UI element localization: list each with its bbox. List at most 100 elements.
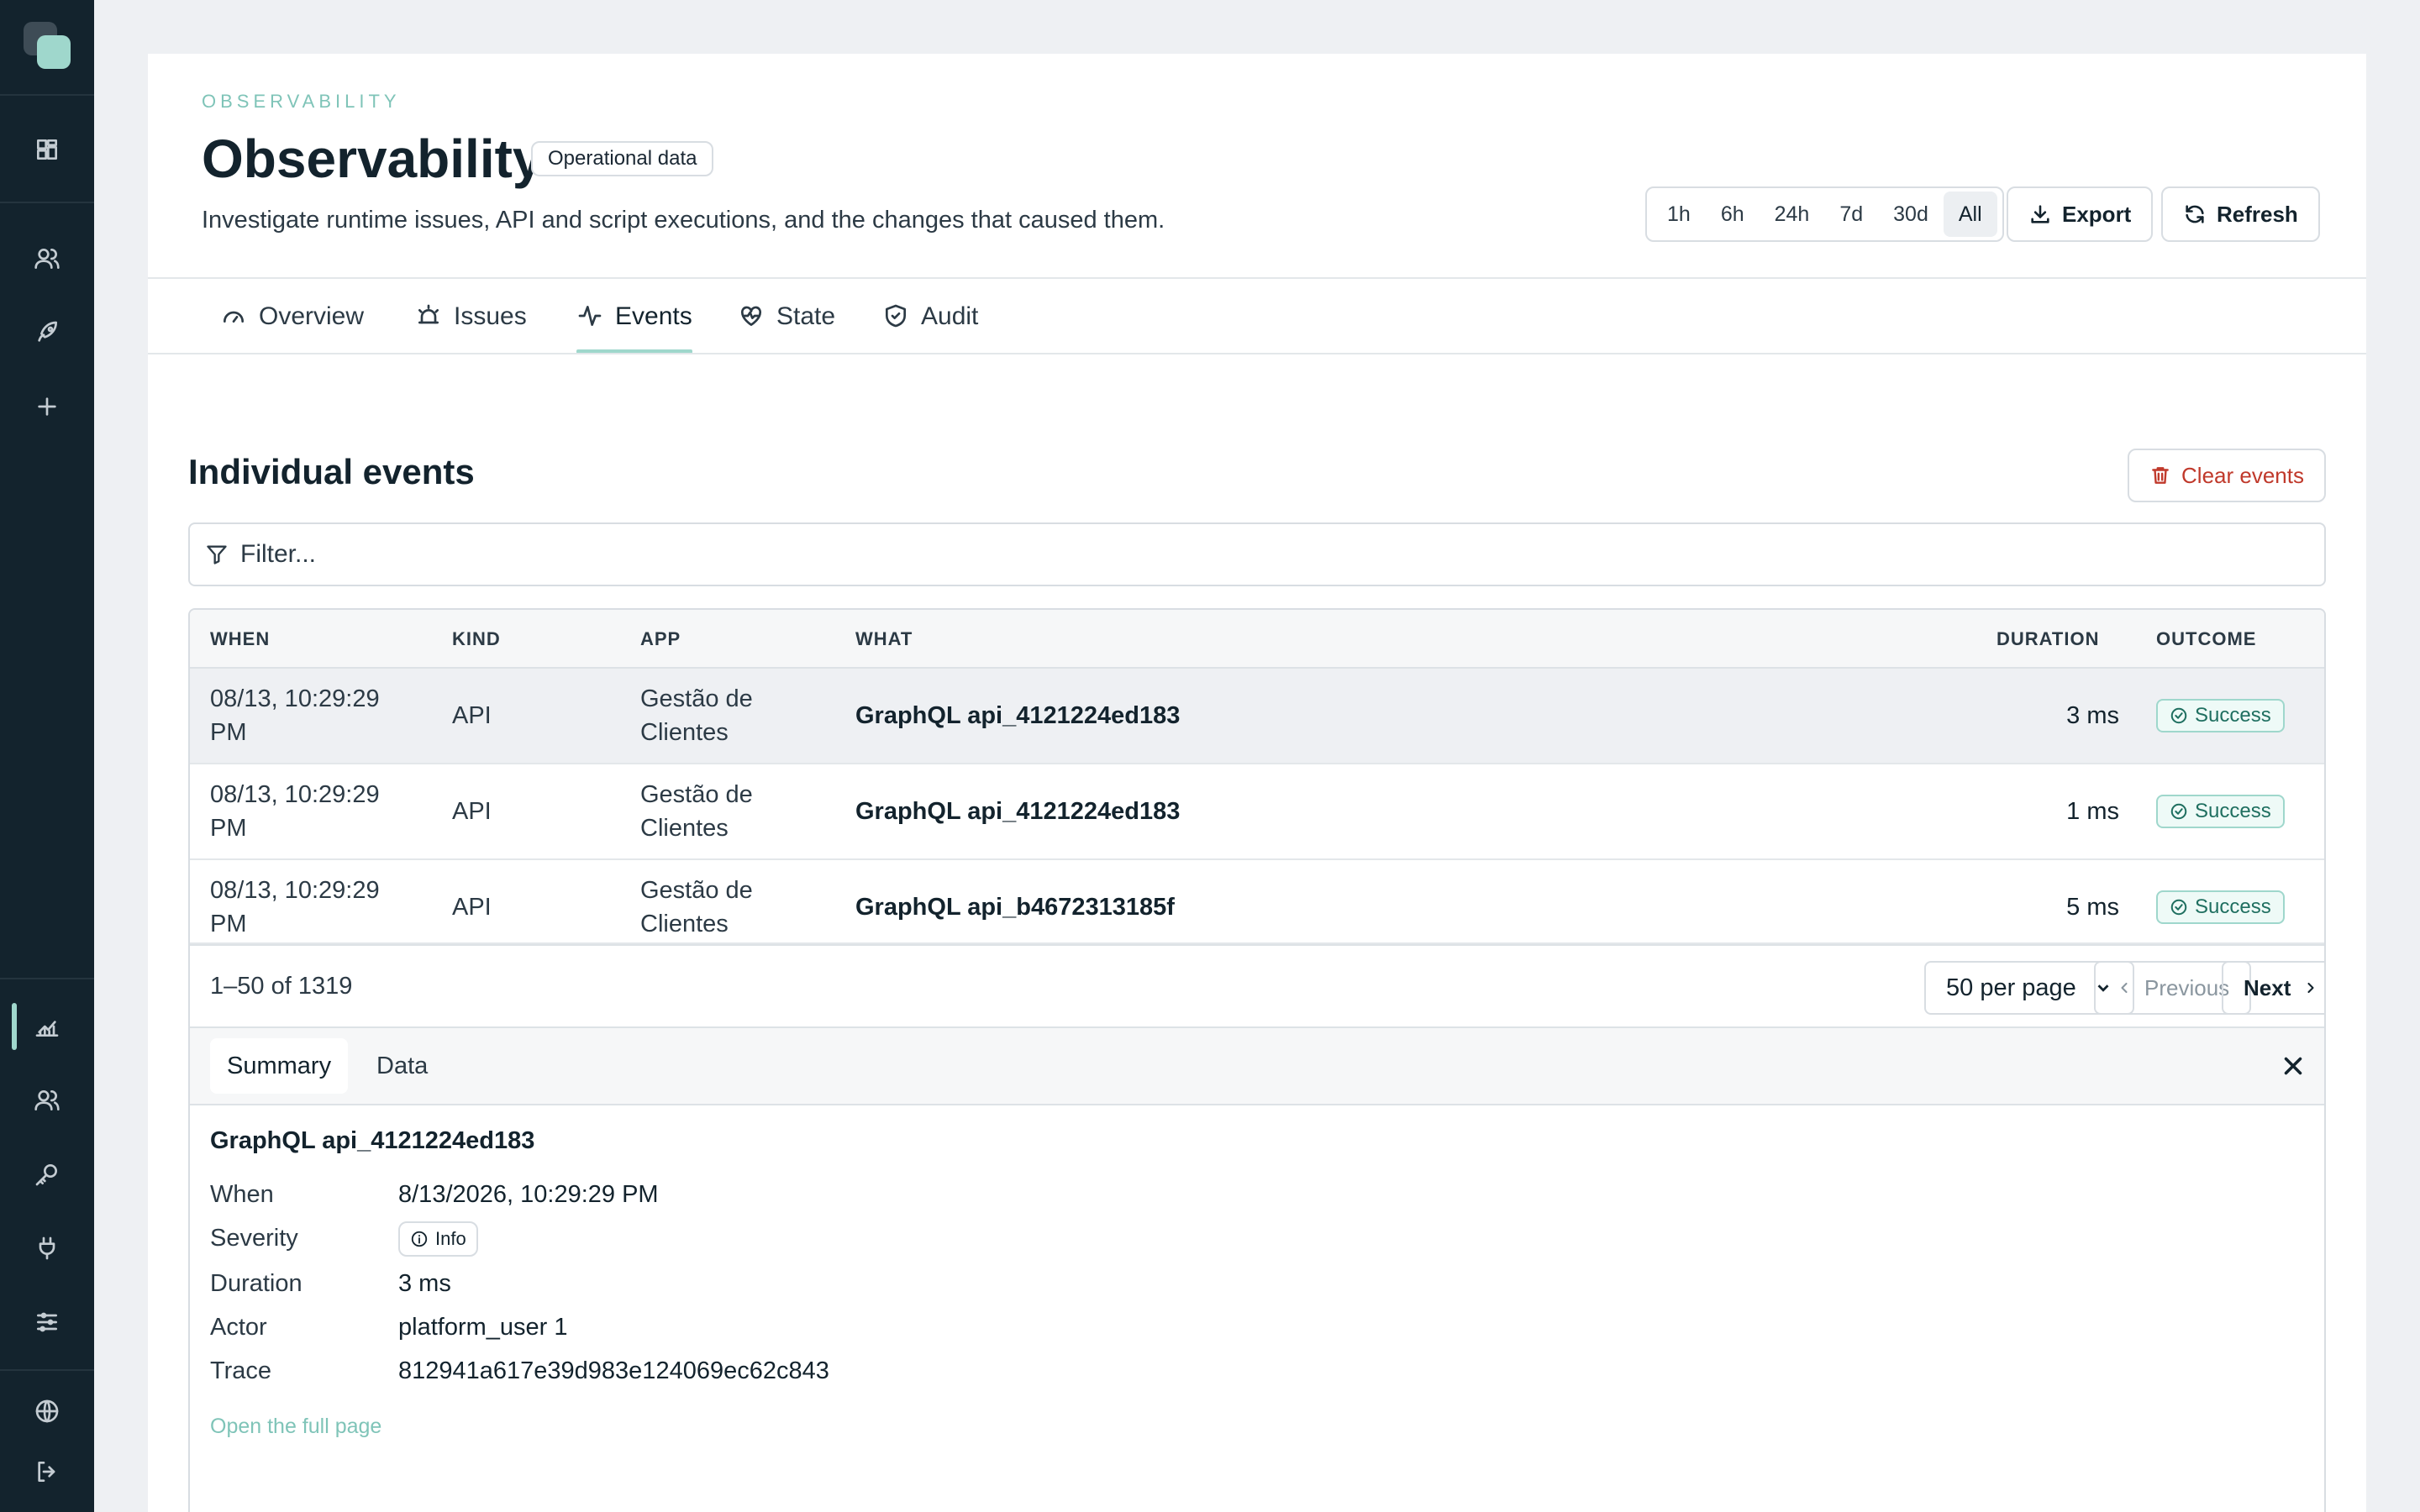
download-icon	[2031, 205, 2049, 223]
logout-icon[interactable]	[27, 1452, 67, 1492]
detail-title: GraphQL api_4121224ed183	[210, 1127, 535, 1154]
section-title: Individual events	[188, 452, 475, 491]
globe-icon[interactable]	[27, 1391, 67, 1431]
tab-summary[interactable]: Summary	[210, 1038, 349, 1094]
export-label: Export	[2062, 201, 2132, 227]
column-when[interactable]: WHEN	[210, 628, 270, 650]
open-full-page-link[interactable]: Open the full page	[210, 1415, 381, 1439]
plug-icon[interactable]	[27, 1228, 67, 1268]
key-icon[interactable]	[27, 1154, 67, 1194]
time-range-selector: 1h 6h 24h 7d 30d All	[1645, 186, 2004, 242]
filter-field[interactable]	[188, 522, 2326, 586]
event-kind: API	[452, 798, 492, 825]
tab-overview[interactable]: Overview	[220, 296, 364, 354]
detail-when-value: 8/13/2026, 10:29:29 PM	[398, 1181, 659, 1208]
range-30d[interactable]: 30d	[1878, 192, 1944, 237]
pagination-count: 1–50 of 1319	[210, 973, 353, 1000]
tabs-divider	[148, 353, 2366, 354]
clear-events-button[interactable]: Clear events	[2128, 449, 2326, 502]
detail-tabs: Summary Data	[190, 1026, 2324, 1105]
event-when: 08/13, 10:29:29 PM	[210, 877, 380, 937]
tab-state[interactable]: State	[738, 296, 835, 354]
plus-icon[interactable]	[27, 386, 67, 427]
event-app: Gestão de Clientes	[640, 781, 753, 842]
status-badge-label: Success	[2195, 704, 2271, 727]
tab-data[interactable]: Data	[360, 1038, 445, 1094]
filter-input[interactable]	[240, 540, 2257, 569]
column-outcome[interactable]: OUTCOME	[2156, 628, 2256, 650]
event-kind: API	[452, 702, 492, 729]
event-duration: 1 ms	[2066, 798, 2119, 825]
page-subtitle: Investigate runtime issues, API and scri…	[202, 207, 1165, 234]
detail-actor-value: platform_user 1	[398, 1314, 568, 1341]
detail-actor-label: Actor	[210, 1314, 267, 1341]
tab-events[interactable]: Events	[576, 296, 692, 354]
users-icon[interactable]	[27, 239, 67, 279]
event-kind: API	[452, 894, 492, 921]
trash-icon	[2152, 467, 2169, 484]
page-eyebrow: OBSERVABILITY	[202, 91, 401, 112]
event-when: 08/13, 10:29:29 PM	[210, 781, 380, 842]
sidebar	[0, 0, 94, 1512]
column-duration[interactable]: DURATION	[1996, 628, 2099, 650]
clear-events-label: Clear events	[2181, 462, 2304, 488]
event-when: 08/13, 10:29:29 PM	[210, 685, 380, 746]
column-what[interactable]: WHAT	[855, 628, 913, 650]
tabs-divider	[148, 277, 2366, 279]
main-card: OBSERVABILITY Observability Operational …	[148, 54, 2366, 1512]
column-kind[interactable]: KIND	[452, 628, 501, 650]
event-what: GraphQL api_b4672313185f	[855, 894, 1175, 921]
status-badge: Success	[2156, 890, 2285, 924]
detail-trace-label: Trace	[210, 1357, 272, 1384]
severity-value: Info	[435, 1228, 466, 1249]
logo-shape-front	[37, 35, 71, 69]
per-page-value: 50 per page	[1946, 974, 2076, 1001]
previous-label: Previous	[2144, 974, 2230, 1000]
status-badge-label: Success	[2195, 895, 2271, 918]
team-icon[interactable]	[27, 1080, 67, 1121]
range-all[interactable]: All	[1943, 192, 1997, 237]
rocket-icon[interactable]	[27, 312, 67, 353]
detail-when-label: When	[210, 1181, 274, 1208]
tab-audit[interactable]: Audit	[882, 296, 978, 354]
tab-issues[interactable]: Issues	[415, 296, 527, 354]
chevron-right-icon	[2307, 982, 2314, 994]
range-24h[interactable]: 24h	[1760, 192, 1825, 237]
detail-trace-value: 812941a617e39d983e124069ec62c843	[398, 1357, 829, 1384]
event-duration: 3 ms	[2066, 702, 2119, 729]
detail-severity-label: Severity	[210, 1225, 298, 1252]
event-what: GraphQL api_4121224ed183	[855, 702, 1181, 729]
table-row[interactable]: 08/13, 10:29:29 PM API Gestão de Cliente…	[190, 860, 2324, 944]
filter-icon	[207, 545, 227, 564]
range-6h[interactable]: 6h	[1706, 192, 1760, 237]
chart-icon[interactable]	[27, 1006, 67, 1047]
operational-badge: Operational data	[531, 141, 714, 176]
table-header: WHEN KIND APP WHAT DURATION OUTCOME	[190, 610, 2324, 669]
next-label: Next	[2244, 974, 2291, 1000]
event-app: Gestão de Clientes	[640, 685, 753, 746]
sidebar-active-indicator	[12, 1003, 17, 1050]
event-app: Gestão de Clientes	[640, 877, 753, 937]
status-badge: Success	[2156, 795, 2285, 828]
range-1h[interactable]: 1h	[1652, 192, 1706, 237]
page-title: Observability	[202, 129, 543, 189]
table-row[interactable]: 08/13, 10:29:29 PM API Gestão de Cliente…	[190, 764, 2324, 860]
detail-duration-value: 3 ms	[398, 1270, 451, 1297]
app-logo[interactable]	[24, 22, 72, 71]
refresh-icon	[2186, 205, 2204, 223]
column-app[interactable]: APP	[640, 628, 681, 650]
dashboard-icon[interactable]	[27, 129, 67, 170]
sliders-icon[interactable]	[27, 1302, 67, 1342]
close-icon[interactable]	[2279, 1052, 2307, 1080]
info-icon	[411, 1231, 428, 1247]
range-7d[interactable]: 7d	[1824, 192, 1878, 237]
sidebar-divider	[0, 1369, 94, 1371]
status-badge: Success	[2156, 699, 2285, 732]
refresh-button[interactable]: Refresh	[2161, 186, 2320, 242]
severity-badge: Info	[398, 1221, 478, 1257]
event-duration: 5 ms	[2066, 894, 2119, 921]
tab-issues-label: Issues	[454, 302, 527, 330]
next-page-button[interactable]: Next	[2222, 961, 2324, 1015]
export-button[interactable]: Export	[2007, 186, 2154, 242]
table-row[interactable]: 08/13, 10:29:29 PM API Gestão de Cliente…	[190, 669, 2324, 764]
